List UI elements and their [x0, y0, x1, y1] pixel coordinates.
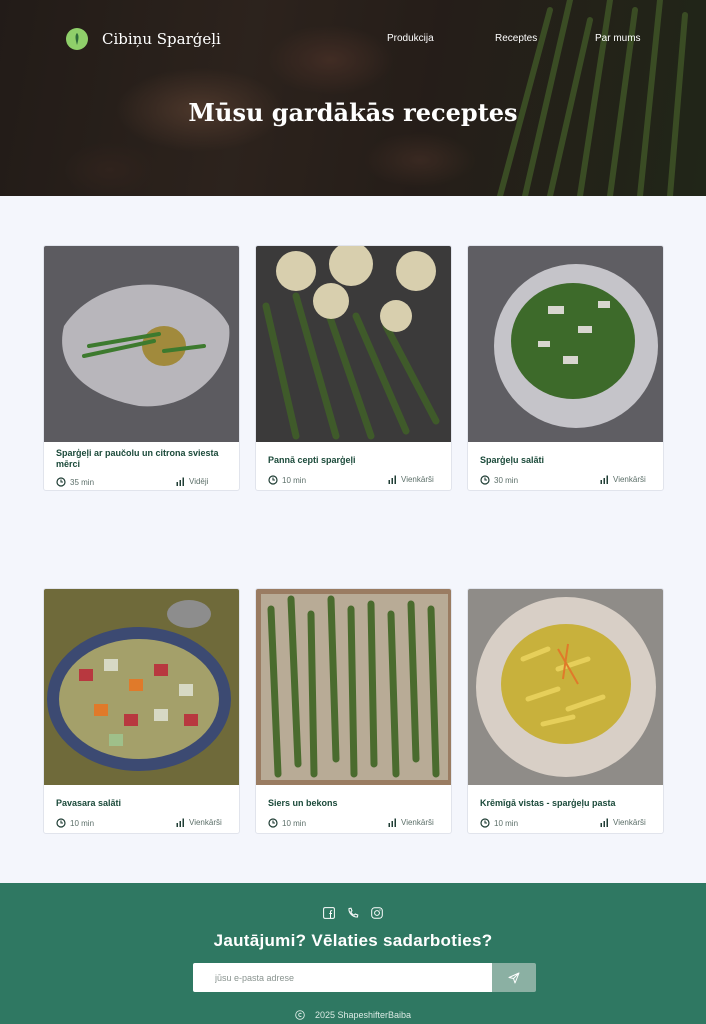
send-icon	[508, 972, 520, 983]
recipe-title: Sparģeļu salāti	[480, 455, 545, 465]
recipe-meta: 30 min Vienkārši	[480, 475, 652, 489]
recipe-time-value: 30 min	[494, 475, 519, 485]
copyright-icon	[295, 1010, 305, 1020]
recipe-time-value: 10 min	[494, 818, 519, 828]
difficulty-bars-icon	[176, 477, 184, 486]
nav-link-produkcija[interactable]: Produkcija	[387, 33, 434, 44]
recipe-meta: 10 min Vienkārši	[56, 818, 228, 832]
recipe-difficulty-value: Vienkārši	[613, 475, 646, 484]
recipe-time-value: 35 min	[70, 477, 95, 487]
recipe-time-value: 10 min	[282, 475, 307, 485]
recipe-title: Krēmīgā vistas - sparģeļu pasta	[480, 798, 616, 808]
recipe-image	[256, 589, 451, 785]
clock-icon	[480, 475, 490, 485]
recipe-time: 10 min	[480, 818, 518, 828]
recipe-time-value: 10 min	[70, 818, 95, 828]
recipe-difficulty: Vienkārši	[388, 475, 434, 484]
difficulty-bars-icon	[600, 475, 608, 484]
clock-icon	[268, 475, 278, 485]
send-button[interactable]	[492, 963, 536, 992]
recipe-difficulty-value: Vidēji	[189, 477, 209, 486]
social-icons	[0, 906, 706, 919]
nav-link-par-mums[interactable]: Par mums	[595, 33, 641, 44]
recipe-card[interactable]: Sparģeļi ar paučolu un citrona sviesta m…	[43, 245, 240, 491]
recipe-time: 10 min	[268, 475, 306, 485]
recipe-title: Pavasara salāti	[56, 798, 122, 808]
page-title: Mūsu gardākās receptes	[188, 98, 518, 127]
recipe-image	[256, 246, 451, 442]
recipe-title: Pannā cepti sparģeļi	[268, 455, 356, 465]
recipe-card[interactable]: Krēmīgā vistas - sparģeļu pasta 10 min V…	[467, 588, 664, 834]
copyright: 2025 ShapeshifterBaiba	[0, 1010, 706, 1020]
recipe-image	[468, 246, 663, 442]
recipe-difficulty: Vienkārši	[600, 475, 646, 484]
recipe-difficulty: Vidēji	[176, 477, 208, 486]
recipe-card[interactable]: Pannā cepti sparģeļi 10 min Vienkārši	[255, 245, 452, 491]
recipe-meta: 10 min Vienkārši	[268, 818, 440, 832]
recipe-title: Siers un bekons	[268, 798, 338, 808]
clock-icon	[56, 477, 66, 487]
main-nav: Produkcija Receptes Par mums	[0, 33, 706, 47]
recipe-time: 10 min	[56, 818, 94, 828]
recipe-meta: 10 min Vienkārši	[268, 475, 440, 489]
recipe-title: Sparģeļi ar paučolu un citrona sviesta m…	[56, 448, 219, 469]
footer: Jautājumi? Vēlaties sadarboties? 2025 Sh…	[0, 883, 706, 1024]
recipe-time: 35 min	[56, 477, 94, 487]
recipe-difficulty: Vienkārši	[600, 818, 646, 827]
recipe-difficulty: Vienkārši	[388, 818, 434, 827]
facebook-icon[interactable]	[323, 906, 335, 919]
subscribe-form	[193, 963, 536, 992]
recipe-time: 30 min	[480, 475, 518, 485]
recipe-meta: 35 min Vidēji	[56, 477, 228, 490]
difficulty-bars-icon	[388, 818, 396, 827]
recipe-difficulty-value: Vienkārši	[401, 818, 434, 827]
email-field[interactable]	[193, 963, 492, 992]
clock-icon	[56, 818, 66, 828]
nav-link-receptes[interactable]: Receptes	[495, 33, 537, 44]
clock-icon	[268, 818, 278, 828]
recipe-difficulty-value: Vienkārši	[189, 818, 222, 827]
recipe-time: 10 min	[268, 818, 306, 828]
difficulty-bars-icon	[388, 475, 396, 484]
recipe-difficulty-value: Vienkārši	[401, 475, 434, 484]
recipe-time-value: 10 min	[282, 818, 307, 828]
recipe-difficulty-value: Vienkārši	[613, 818, 646, 827]
difficulty-bars-icon	[600, 818, 608, 827]
recipe-image	[44, 246, 239, 442]
instagram-icon[interactable]	[371, 906, 383, 919]
clock-icon	[480, 818, 490, 828]
recipe-card[interactable]: Pavasara salāti 10 min Vienkārši	[43, 588, 240, 834]
recipe-image	[44, 589, 239, 785]
phone-icon[interactable]	[347, 906, 359, 918]
difficulty-bars-icon	[176, 818, 184, 827]
footer-heading: Jautājumi? Vēlaties sadarboties?	[213, 931, 493, 950]
hero-banner: Cibiņu Sparģeļi Produkcija Receptes Par …	[0, 0, 706, 196]
recipe-image	[468, 589, 663, 785]
copyright-text: 2025 ShapeshifterBaiba	[314, 1010, 412, 1020]
recipe-card[interactable]: Siers un bekons 10 min Vienkārši	[255, 588, 452, 834]
recipe-card[interactable]: Sparģeļu salāti 30 min Vienkārši	[467, 245, 664, 491]
recipe-difficulty: Vienkārši	[176, 818, 222, 827]
recipe-meta: 10 min Vienkārši	[480, 818, 652, 832]
